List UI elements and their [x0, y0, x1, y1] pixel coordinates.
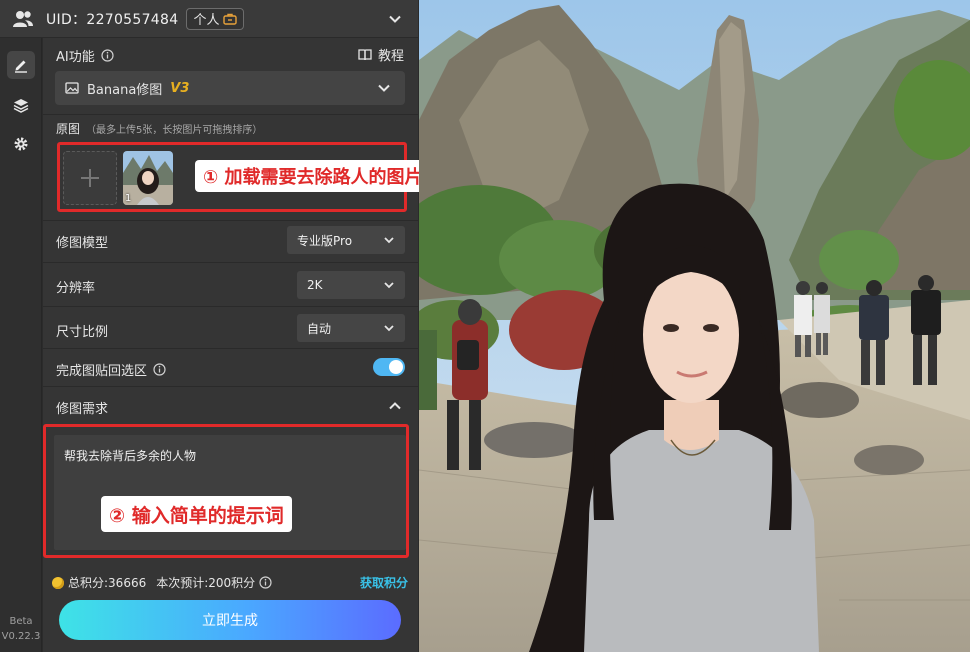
info-icon[interactable] [101, 49, 114, 62]
info-icon[interactable] [259, 576, 272, 589]
ai-mode-version: V3 [170, 80, 190, 96]
header-collapse-chevron-icon[interactable] [388, 12, 402, 26]
upload-hint: （最多上传5张，长按图片可拖拽排序） [86, 125, 263, 136]
paste-back-row: 完成图贴回选区 [56, 360, 166, 379]
step1-callout: ① 加载需要去除路人的图片 [195, 160, 431, 192]
account-type-badge[interactable]: 个人 [186, 7, 245, 30]
divider [43, 114, 418, 115]
rail-edit-button[interactable] [7, 51, 35, 79]
ratio-value: 自动 [307, 321, 332, 336]
requirement-label: 修图需求 [56, 402, 109, 417]
account-header: UID：2270557484 个人 [0, 0, 418, 38]
users-icon [13, 10, 33, 27]
version-label: V0.22.3 [1, 631, 41, 642]
tutorial-link[interactable]: 教程 [358, 45, 404, 64]
book-icon [358, 48, 372, 60]
ai-edit-panel: AI功能 教程 Banana修图 V3 原图 （最多上传5张，长按图片可拖拽排序… [43, 38, 431, 652]
rail-settings-button[interactable] [7, 130, 35, 158]
beta-label: Beta [9, 616, 33, 627]
resolution-value: 2K [307, 278, 323, 292]
ai-mode-select[interactable]: Banana修图 V3 [55, 71, 405, 105]
model-value: 专业版Pro [297, 233, 353, 248]
add-image-button[interactable] [63, 151, 117, 205]
info-icon[interactable] [153, 363, 166, 376]
uploaded-image-thumbnail[interactable]: 1 [123, 151, 173, 205]
gear-icon [14, 137, 28, 151]
ai-function-title: AI功能 [56, 46, 114, 65]
ai-function-label: AI功能 [56, 50, 95, 65]
chevron-down-icon [378, 84, 390, 92]
uid-text: UID：2270557484 [46, 11, 179, 28]
resolution-select[interactable]: 2K [297, 271, 405, 299]
ratio-select[interactable]: 自动 [297, 314, 405, 342]
toggle-knob [389, 360, 403, 374]
resolution-label: 分辨率 [56, 281, 96, 296]
points-summary: 总积分:36666 本次预计:200积分 [52, 574, 272, 591]
model-label: 修图模型 [56, 236, 109, 251]
ratio-label: 尺寸比例 [56, 325, 109, 340]
rail-layers-button[interactable] [7, 91, 35, 119]
coin-icon [52, 576, 64, 589]
divider [43, 306, 418, 307]
step2-callout: ② 输入简单的提示词 [101, 496, 292, 532]
model-select[interactable]: 专业版Pro [287, 226, 405, 254]
divider [43, 262, 418, 263]
original-image-title: 原图 [56, 122, 81, 136]
total-points: 总积分:36666 [68, 576, 147, 590]
tool-rail: Beta V0.22.3 [0, 38, 42, 652]
tutorial-label: 教程 [377, 49, 404, 64]
pen-icon [15, 60, 27, 73]
divider [43, 220, 418, 221]
image-edit-icon [65, 82, 79, 94]
chevron-up-icon[interactable] [388, 399, 402, 413]
thumbnail-index: 1 [125, 193, 132, 204]
briefcase-icon [223, 13, 238, 25]
get-points-link[interactable]: 获取积分 [360, 574, 408, 591]
highlight-prompt-box [43, 424, 409, 558]
chevron-down-icon [384, 282, 394, 289]
plus-icon [81, 169, 99, 187]
preview-photo [419, 0, 970, 652]
estimated-points: 本次预计:200积分 [156, 576, 256, 590]
paste-back-label: 完成图贴回选区 [56, 364, 148, 379]
paste-back-toggle[interactable] [373, 358, 405, 376]
chevron-down-icon [384, 325, 394, 332]
chevron-down-icon [384, 237, 394, 244]
divider [43, 348, 418, 349]
image-preview [419, 0, 970, 652]
original-image-label: 原图 （最多上传5张，长按图片可拖拽排序） [56, 120, 262, 137]
layers-icon [13, 99, 29, 113]
generate-button[interactable]: 立即生成 [59, 600, 401, 640]
account-type-label: 个人 [193, 13, 220, 28]
ai-mode-name: Banana修图 [87, 82, 163, 98]
divider [43, 386, 418, 387]
